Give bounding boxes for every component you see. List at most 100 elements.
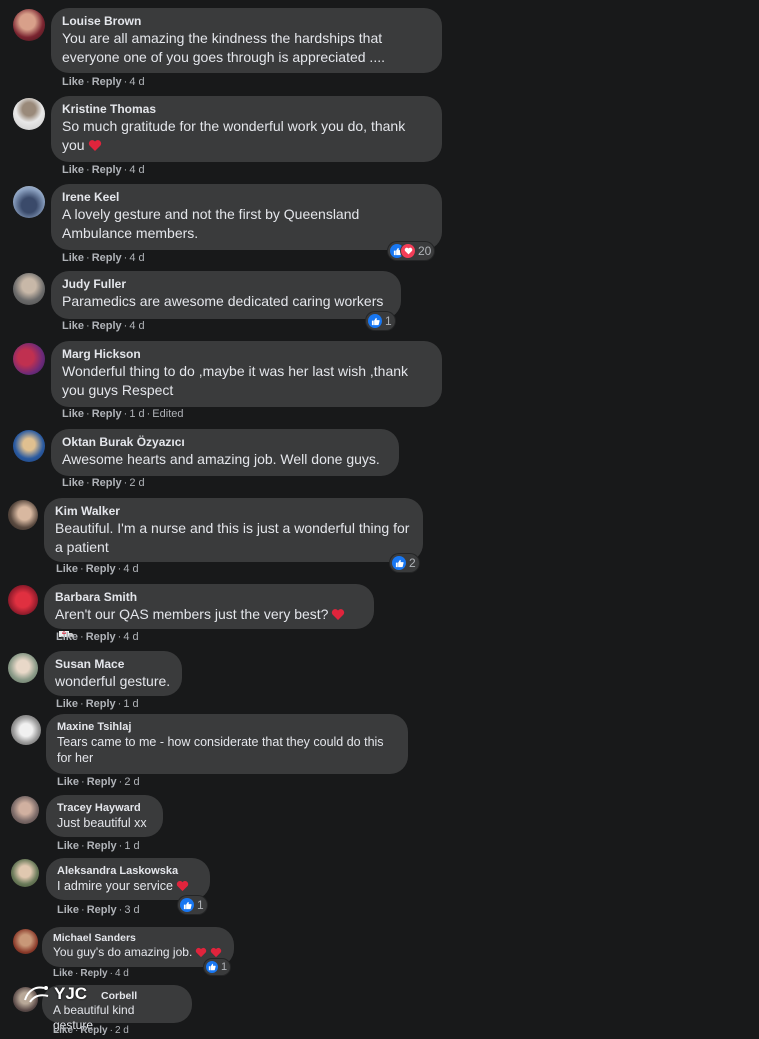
- comment-time[interactable]: 4 d: [129, 320, 144, 332]
- reaction-count: 2: [409, 556, 416, 570]
- comment-time[interactable]: 4 d: [129, 164, 144, 176]
- comment-time[interactable]: 2 d: [124, 776, 139, 788]
- avatar[interactable]: [13, 98, 45, 130]
- heart-emoji-icon: [196, 947, 207, 958]
- avatar[interactable]: [8, 585, 38, 615]
- comment-time[interactable]: 2 d: [129, 477, 144, 489]
- reply-link[interactable]: Reply: [80, 1025, 107, 1036]
- comment-actions: Like · Reply · 2 d: [57, 776, 140, 788]
- reaction-summary[interactable]: 1: [178, 896, 207, 914]
- like-icon: [392, 556, 406, 570]
- yjc-watermark-logo: YJC: [22, 982, 87, 1006]
- comment-author[interactable]: Kristine Thomas: [62, 102, 431, 117]
- comment-actions: Like · Reply · 4 d: [62, 164, 145, 176]
- comment-author[interactable]: Irene Keel: [62, 190, 431, 205]
- comment-author[interactable]: Barbara Smith: [55, 590, 363, 605]
- avatar[interactable]: [11, 796, 39, 824]
- avatar[interactable]: [13, 343, 45, 375]
- reply-link[interactable]: Reply: [92, 408, 122, 420]
- reply-link[interactable]: Reply: [86, 631, 116, 643]
- comment-time[interactable]: 3 d: [124, 904, 139, 916]
- comment-author[interactable]: Michael Sanders: [53, 932, 223, 945]
- like-link[interactable]: Like: [57, 904, 79, 916]
- like-link[interactable]: Like: [53, 1025, 73, 1036]
- comment-bubble: Kim Walker Beautiful. I'm a nurse and th…: [44, 498, 423, 562]
- comment-author[interactable]: Tracey Hayward: [57, 801, 152, 815]
- like-link[interactable]: Like: [56, 631, 78, 643]
- comment-time[interactable]: 1 d: [129, 408, 144, 420]
- comment-author[interactable]: Judy Fuller: [62, 277, 390, 292]
- comment-text: wonderful gesture.: [55, 673, 171, 689]
- reply-link[interactable]: Reply: [87, 776, 117, 788]
- avatar[interactable]: [13, 929, 38, 954]
- avatar[interactable]: [11, 715, 41, 745]
- reply-link[interactable]: Reply: [87, 840, 117, 852]
- comment-actions: Like · Reply · 1 d: [56, 698, 139, 710]
- comment-actions: Like · Reply · 2 d: [62, 477, 145, 489]
- avatar[interactable]: [13, 273, 45, 305]
- reply-link[interactable]: Reply: [92, 320, 122, 332]
- watermark-swirl-icon: [24, 986, 49, 1003]
- comment-author[interactable]: Kim Walker: [55, 504, 412, 519]
- comment-time[interactable]: 4 d: [115, 968, 129, 979]
- comment-text: You are all amazing the kindness the har…: [62, 30, 385, 65]
- comment-time[interactable]: 1 d: [124, 840, 139, 852]
- comment-actions: Like · Reply · 4 d: [56, 631, 139, 643]
- reply-link[interactable]: Reply: [86, 563, 116, 575]
- reaction-summary[interactable]: 1: [366, 312, 395, 330]
- like-link[interactable]: Like: [62, 477, 84, 489]
- comment-text: Just beautiful xx: [57, 816, 147, 830]
- comment-bubble: Marg Hickson Wonderful thing to do ,mayb…: [51, 341, 442, 407]
- reaction-count: 1: [221, 961, 228, 973]
- comment-actions: Like · Reply · 4 d: [53, 968, 129, 979]
- reply-link[interactable]: Reply: [80, 968, 107, 979]
- love-icon: [401, 244, 415, 258]
- comment-time[interactable]: 4 d: [123, 631, 138, 643]
- avatar[interactable]: [13, 430, 45, 462]
- comment-bubble: Louise Brown You are all amazing the kin…: [51, 8, 442, 73]
- like-link[interactable]: Like: [62, 76, 84, 88]
- like-link[interactable]: Like: [56, 563, 78, 575]
- like-link[interactable]: Like: [57, 840, 79, 852]
- reply-link[interactable]: Reply: [87, 904, 117, 916]
- reply-link[interactable]: Reply: [92, 164, 122, 176]
- avatar[interactable]: [8, 653, 38, 683]
- comment-actions: Like · Reply · 1 d: [57, 840, 140, 852]
- like-link[interactable]: Like: [53, 968, 73, 979]
- comment-time[interactable]: 4 d: [129, 252, 144, 264]
- comment-bubble: Barbara Smith Aren't our QAS members jus…: [44, 584, 374, 640]
- comment-author[interactable]: Maxine Tsihlaj: [57, 720, 397, 734]
- comment-author[interactable]: Susan Mace: [55, 657, 171, 672]
- reply-link[interactable]: Reply: [92, 252, 122, 264]
- comment-author[interactable]: Louise Brown: [62, 14, 431, 29]
- like-link[interactable]: Like: [62, 164, 84, 176]
- like-link[interactable]: Like: [62, 252, 84, 264]
- reply-link[interactable]: Reply: [86, 698, 116, 710]
- like-link[interactable]: Like: [62, 408, 84, 420]
- heart-emoji-icon: [332, 609, 345, 620]
- comment-author[interactable]: Oktan Burak Özyazıcı: [62, 435, 388, 450]
- like-link[interactable]: Like: [56, 698, 78, 710]
- avatar[interactable]: [13, 186, 45, 218]
- comment-time[interactable]: 4 d: [129, 76, 144, 88]
- comment-author[interactable]: Aleksandra Laskowska: [57, 864, 199, 878]
- comment-author[interactable]: Marg Hickson: [62, 347, 431, 362]
- like-link[interactable]: Like: [57, 776, 79, 788]
- reaction-count: 1: [385, 314, 392, 328]
- avatar[interactable]: [13, 9, 45, 41]
- reply-link[interactable]: Reply: [92, 76, 122, 88]
- reply-link[interactable]: Reply: [92, 477, 122, 489]
- watermark-text: YJC: [54, 984, 88, 1003]
- reaction-summary[interactable]: 1: [204, 959, 231, 975]
- comment-time[interactable]: 4 d: [123, 563, 138, 575]
- comment-time[interactable]: 1 d: [123, 698, 138, 710]
- avatar[interactable]: [8, 500, 38, 530]
- comment-bubble: Oktan Burak Özyazıcı Awesome hearts and …: [51, 429, 399, 476]
- comment-actions: Like · Reply · 4 d: [62, 252, 145, 264]
- like-link[interactable]: Like: [62, 320, 84, 332]
- reaction-summary[interactable]: 20: [388, 242, 435, 260]
- comment-time[interactable]: 2 d: [115, 1025, 129, 1036]
- avatar[interactable]: [11, 859, 39, 887]
- reaction-summary[interactable]: 2: [390, 554, 419, 572]
- comment-text: Paramedics are awesome dedicated caring …: [62, 293, 384, 309]
